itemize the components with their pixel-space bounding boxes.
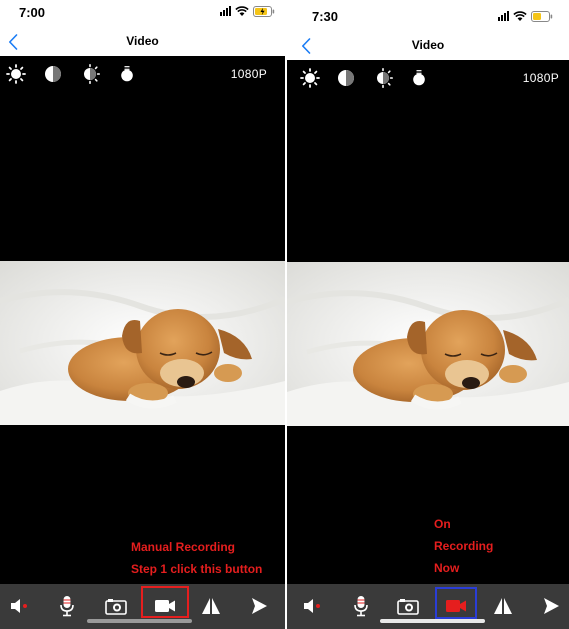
phone-screen-step1: 7:00 Video 1080P Manual Recording Step 1… xyxy=(0,0,285,629)
home-indicator[interactable] xyxy=(380,619,485,623)
play-icon[interactable] xyxy=(537,593,565,619)
sleeping-puppy-image xyxy=(287,262,569,426)
status-time: 7:30 xyxy=(312,9,339,24)
annotation-line: Recording xyxy=(434,539,494,553)
resolution-label[interactable]: 1080P xyxy=(231,67,267,81)
page-title: Video xyxy=(411,38,445,52)
status-time: 7:00 xyxy=(19,5,46,20)
camera-snapshot-icon[interactable] xyxy=(394,593,422,619)
status-bar: 7:00 xyxy=(0,0,285,30)
video-stream[interactable] xyxy=(287,262,569,426)
instruction-annotation: Manual Recording Step 1 click this butto… xyxy=(131,536,262,580)
signal-icon xyxy=(220,6,231,16)
contrast-icon[interactable] xyxy=(336,68,356,88)
contrast-icon[interactable] xyxy=(43,64,63,84)
status-icons xyxy=(220,5,275,17)
comparison-screenshots: 7:00 Video 1080P Manual Recording Step 1… xyxy=(0,0,569,629)
battery-icon xyxy=(531,10,553,22)
control-bar xyxy=(287,584,569,629)
signal-icon xyxy=(498,11,509,21)
sleeping-puppy-image xyxy=(0,261,285,425)
battery-charging-icon xyxy=(253,5,275,17)
nav-bar: Video xyxy=(0,30,285,56)
microphone-icon[interactable] xyxy=(53,593,81,619)
saturation-icon[interactable] xyxy=(80,64,100,84)
home-indicator[interactable] xyxy=(87,619,192,623)
image-adjust-toolbar: 1080P xyxy=(0,56,285,92)
light-bulb-icon[interactable] xyxy=(117,64,137,84)
video-record-icon[interactable] xyxy=(151,593,179,619)
annotation-line: Manual Recording xyxy=(131,540,236,554)
annotation-line: On xyxy=(434,517,451,531)
resolution-label[interactable]: 1080P xyxy=(523,71,559,85)
control-bar xyxy=(0,584,285,629)
video-stream[interactable] xyxy=(0,261,285,425)
saturation-icon[interactable] xyxy=(373,68,393,88)
play-icon[interactable] xyxy=(245,593,273,619)
flip-horizontal-icon[interactable] xyxy=(197,593,225,619)
light-bulb-icon[interactable] xyxy=(409,68,429,88)
annotation-line: Step 1 click this button xyxy=(131,562,263,576)
annotation-line: Now xyxy=(434,561,460,575)
video-record-icon[interactable] xyxy=(442,593,470,619)
status-bar: 7:30 xyxy=(287,0,569,30)
speaker-mute-icon[interactable] xyxy=(299,593,327,619)
nav-bar: Video xyxy=(287,30,569,60)
wifi-icon xyxy=(513,10,527,22)
brightness-icon[interactable] xyxy=(300,68,320,88)
recording-annotation: On Recording Now xyxy=(434,513,493,579)
flip-horizontal-icon[interactable] xyxy=(489,593,517,619)
image-adjust-toolbar: 1080P xyxy=(287,60,569,96)
status-icons xyxy=(498,10,553,22)
camera-snapshot-icon[interactable] xyxy=(102,593,130,619)
phone-screen-recording: 7:30 Video 1080P On Recording Now xyxy=(287,0,569,629)
speaker-mute-icon[interactable] xyxy=(6,593,34,619)
brightness-icon[interactable] xyxy=(6,64,26,84)
page-title: Video xyxy=(126,34,159,48)
wifi-icon xyxy=(235,5,249,17)
microphone-icon[interactable] xyxy=(347,593,375,619)
